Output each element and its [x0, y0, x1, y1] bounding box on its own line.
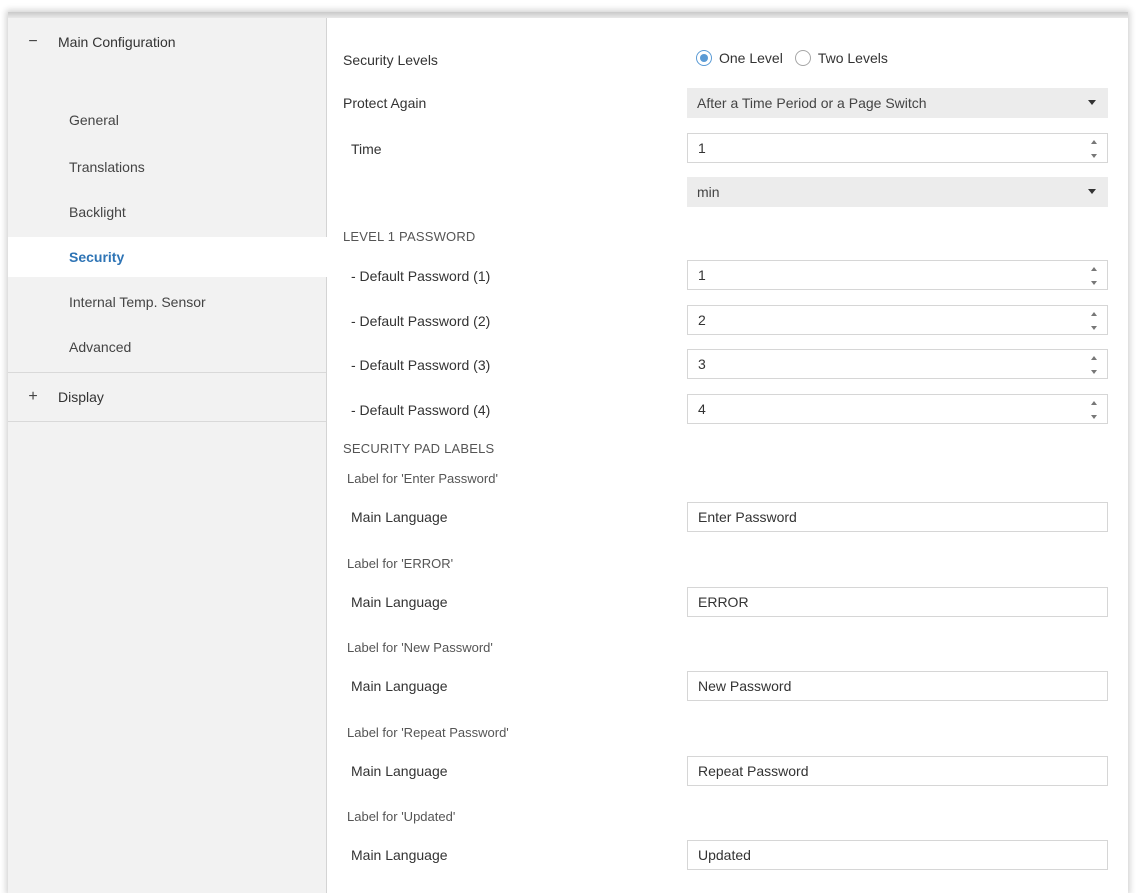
security-levels-radio-group: One Level Two Levels [696, 50, 900, 66]
sidebar-group-label: Display [58, 389, 104, 405]
new-password-label-input[interactable]: New Password [687, 671, 1108, 701]
input-value: New Password [698, 678, 792, 694]
chevron-down-icon [1088, 189, 1096, 194]
default-password-3-label: - Default Password (3) [351, 357, 491, 373]
chevron-down-icon [1088, 100, 1096, 105]
updated-label-input[interactable]: Updated [687, 840, 1108, 870]
sidebar-group-main-configuration[interactable]: − Main Configuration [8, 18, 326, 66]
default-password-4-spinbox[interactable]: 4 [687, 394, 1108, 424]
sidebar: − Main Configuration General Translation… [8, 18, 328, 893]
pad-label-group-title: Label for 'ERROR' [347, 556, 454, 571]
default-password-1-label: - Default Password (1) [351, 268, 491, 284]
sidebar-item-security[interactable]: Security [8, 237, 328, 277]
input-value: Updated [698, 847, 751, 863]
spinbox-value: 2 [698, 312, 706, 328]
level-1-password-heading: LEVEL 1 PASSWORD [343, 229, 476, 244]
sidebar-item-internal-temp-sensor[interactable]: Internal Temp. Sensor [8, 282, 326, 322]
sidebar-item-label: Backlight [69, 204, 126, 220]
main-language-label: Main Language [351, 509, 448, 525]
protect-again-dropdown[interactable]: After a Time Period or a Page Switch [687, 88, 1108, 118]
spinbox-value: 4 [698, 401, 706, 417]
repeat-password-label-input[interactable]: Repeat Password [687, 756, 1108, 786]
spinbox-value: 1 [698, 267, 706, 283]
security-settings-panel: Security Levels One Level Two Levels Pro… [327, 18, 1128, 893]
radio-selected-icon[interactable] [696, 50, 712, 66]
pad-label-group-title: Label for 'Enter Password' [347, 471, 498, 486]
pad-label-group-title: Label for 'New Password' [347, 640, 493, 655]
sidebar-item-backlight[interactable]: Backlight [8, 192, 326, 232]
radio-label: Two Levels [817, 50, 888, 66]
input-value: Enter Password [698, 509, 797, 525]
sidebar-item-label: Advanced [69, 339, 132, 355]
input-value: ERROR [698, 594, 749, 610]
main-language-label: Main Language [351, 594, 448, 610]
radio-label: One Level [719, 50, 783, 66]
configuration-window: − Main Configuration General Translation… [8, 12, 1128, 893]
radio-unselected-icon[interactable] [794, 50, 811, 66]
security-pad-labels-heading: SECURITY PAD LABELS [343, 441, 495, 456]
default-password-2-label: - Default Password (2) [351, 313, 491, 329]
radio-two-levels[interactable]: Two Levels [794, 50, 888, 66]
time-unit-dropdown[interactable]: min [687, 177, 1108, 207]
sidebar-group-display[interactable]: + Display [8, 373, 326, 421]
sidebar-item-label: General [69, 112, 119, 128]
error-label-input[interactable]: ERROR [687, 587, 1108, 617]
main-language-label: Main Language [351, 847, 448, 863]
radio-one-level[interactable]: One Level [696, 50, 783, 66]
protect-again-label: Protect Again [343, 95, 427, 111]
spinner-arrows-icon[interactable] [1089, 267, 1099, 285]
expand-icon[interactable]: + [8, 388, 58, 406]
spinner-arrows-icon[interactable] [1089, 312, 1099, 330]
sidebar-divider [8, 421, 326, 422]
sidebar-item-label: Internal Temp. Sensor [69, 294, 206, 310]
sidebar-group-label: Main Configuration [58, 34, 176, 50]
spinbox-value: 3 [698, 356, 706, 372]
security-levels-label: Security Levels [343, 52, 438, 68]
spinner-arrows-icon[interactable] [1089, 140, 1099, 158]
main-language-label: Main Language [351, 678, 448, 694]
collapse-icon[interactable]: − [8, 33, 58, 51]
default-password-1-spinbox[interactable]: 1 [687, 260, 1108, 290]
spinbox-value: 1 [698, 140, 706, 156]
pad-label-group-title: Label for 'Updated' [347, 809, 456, 824]
sidebar-item-label: Security [69, 249, 125, 265]
pad-label-group-title: Label for 'Repeat Password' [347, 725, 509, 740]
dropdown-value: min [697, 184, 720, 200]
main-language-label: Main Language [351, 763, 448, 779]
default-password-2-spinbox[interactable]: 2 [687, 305, 1108, 335]
default-password-3-spinbox[interactable]: 3 [687, 349, 1108, 379]
spinner-arrows-icon[interactable] [1089, 401, 1099, 419]
time-label: Time [351, 141, 382, 157]
dropdown-value: After a Time Period or a Page Switch [697, 95, 927, 111]
sidebar-item-label: Translations [69, 159, 145, 175]
sidebar-item-general[interactable]: General [8, 100, 326, 140]
spinner-arrows-icon[interactable] [1089, 356, 1099, 374]
sidebar-item-translations[interactable]: Translations [8, 147, 326, 187]
sidebar-item-advanced[interactable]: Advanced [8, 327, 326, 367]
enter-password-label-input[interactable]: Enter Password [687, 502, 1108, 532]
input-value: Repeat Password [698, 763, 809, 779]
default-password-4-label: - Default Password (4) [351, 402, 491, 418]
time-spinbox[interactable]: 1 [687, 133, 1108, 163]
